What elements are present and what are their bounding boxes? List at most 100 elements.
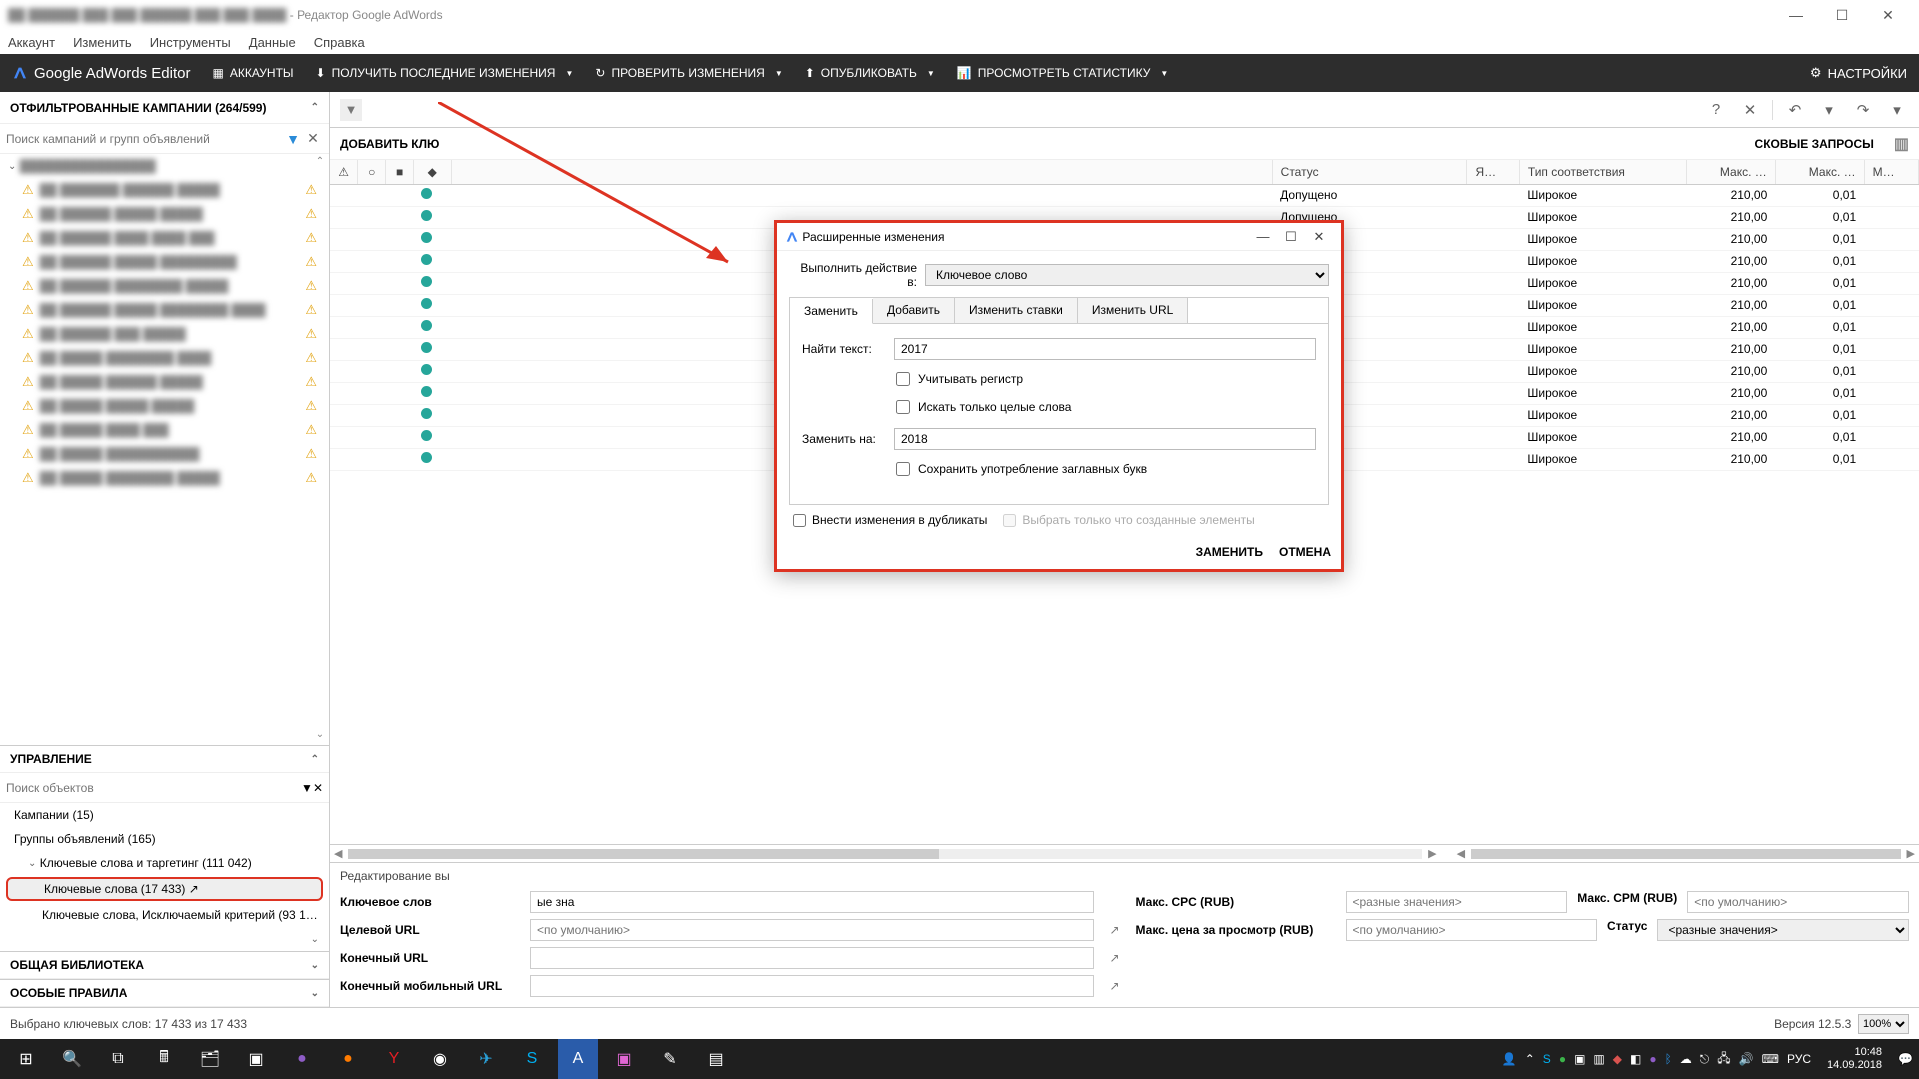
- open-url-icon[interactable]: ↗: [1104, 979, 1126, 993]
- redo-caret[interactable]: ▾: [1885, 98, 1909, 122]
- tray-notifications-icon[interactable]: 💬: [1898, 1052, 1913, 1066]
- undo-icon[interactable]: ↶: [1783, 98, 1807, 122]
- publish-button[interactable]: ⬆ ОПУБЛИКОВАТЬ▼: [805, 66, 935, 80]
- tray-network-icon[interactable]: 🖧: [1717, 1049, 1730, 1070]
- app-icon[interactable]: ✎: [650, 1039, 690, 1079]
- final-url-input[interactable]: [530, 947, 1094, 969]
- obj-expand[interactable]: ⌄: [0, 927, 329, 951]
- replace-button[interactable]: ЗАМЕНИТЬ: [1196, 545, 1263, 559]
- scroll-down-icon[interactable]: ⌄: [313, 729, 327, 743]
- scroll-up-icon[interactable]: ⌃: [313, 156, 327, 170]
- tray-icon[interactable]: ●: [1559, 1052, 1566, 1066]
- tree-row[interactable]: ⚠██ █████ ████████ █████⚠: [0, 466, 329, 490]
- tree-root[interactable]: ⌄ ████████████████: [0, 154, 329, 178]
- accounts-button[interactable]: ▦ АККАУНТЫ: [212, 66, 293, 80]
- obj-keywords[interactable]: Ключевые слова (17 433) ↗: [6, 877, 323, 901]
- task-view-icon[interactable]: ⧉: [98, 1039, 138, 1079]
- menu-tools[interactable]: Инструменты: [150, 35, 231, 50]
- tree-row[interactable]: ⚠██ ███████ ██████ █████⚠: [0, 178, 329, 202]
- col-warn[interactable]: ⚠: [330, 160, 358, 184]
- library-section-header[interactable]: ОБЩАЯ БИБЛИОТЕКА⌄: [0, 951, 329, 979]
- tree-row[interactable]: ⚠██ ██████ █████ █████⚠: [0, 202, 329, 226]
- cancel-button[interactable]: ОТМЕНА: [1279, 545, 1331, 559]
- telegram-icon[interactable]: ✈: [466, 1039, 506, 1079]
- campaign-search-input[interactable]: [6, 132, 283, 146]
- rules-section-header[interactable]: ОСОБЫЕ ПРАВИЛА⌄: [0, 979, 329, 1007]
- explorer-icon[interactable]: 🗂: [190, 1039, 230, 1079]
- app-icon[interactable]: ▣: [604, 1039, 644, 1079]
- stats-button[interactable]: 📊 ПРОСМОТРЕТЬ СТАТИСТИКУ▼: [957, 66, 1169, 80]
- start-button[interactable]: ⊞: [6, 1039, 46, 1079]
- filter-icon[interactable]: ▼: [301, 781, 313, 795]
- case-checkbox[interactable]: [896, 372, 910, 386]
- tray-viber-icon[interactable]: ●: [1649, 1052, 1656, 1066]
- tray-skype-icon[interactable]: S: [1543, 1052, 1551, 1066]
- tray-lang[interactable]: РУС: [1787, 1052, 1811, 1066]
- find-input[interactable]: [894, 338, 1316, 360]
- tree-row[interactable]: ⚠██ ██████ █████ ████████ ████⚠: [0, 298, 329, 322]
- maxcpm-input[interactable]: [1687, 891, 1909, 913]
- skype-icon[interactable]: S: [512, 1039, 552, 1079]
- add-keyword-button[interactable]: ДОБАВИТЬ КЛЮ: [340, 137, 439, 151]
- tab-change-bids[interactable]: Изменить ставки: [955, 298, 1078, 323]
- tray-volume-icon[interactable]: 🔊: [1739, 1052, 1754, 1066]
- col-match[interactable]: Тип соответствия: [1519, 160, 1686, 184]
- menu-data[interactable]: Данные: [249, 35, 296, 50]
- open-url-icon[interactable]: ↗: [1104, 951, 1126, 965]
- final-mobile-url-input[interactable]: [530, 975, 1094, 997]
- obj-adgroups[interactable]: Группы объявлений (165): [0, 827, 329, 851]
- tray-icon[interactable]: ▣: [1574, 1052, 1585, 1066]
- search-queries-button[interactable]: СКОВЫЕ ЗАПРОСЫ: [1755, 137, 1874, 151]
- col-m[interactable]: М…: [1864, 160, 1918, 184]
- tree-row[interactable]: ⚠██ █████ █████ █████⚠: [0, 394, 329, 418]
- tab-change-url[interactable]: Изменить URL: [1078, 298, 1188, 323]
- dialog-minimize-button[interactable]: —: [1249, 229, 1277, 244]
- col-circle[interactable]: ○: [358, 160, 386, 184]
- tree-row[interactable]: ⚠██ █████ ██████ █████⚠: [0, 370, 329, 394]
- tree-row[interactable]: ⚠██ █████ ████ ███⚠: [0, 418, 329, 442]
- whole-words-checkbox[interactable]: [896, 400, 910, 414]
- col-keyword[interactable]: [451, 160, 1272, 184]
- filter-icon[interactable]: ▼: [283, 131, 303, 147]
- duplicates-checkbox[interactable]: [793, 514, 806, 527]
- preserve-case-checkbox[interactable]: [896, 462, 910, 476]
- dialog-close-button[interactable]: ✕: [1305, 229, 1333, 245]
- firefox-icon[interactable]: ●: [328, 1039, 368, 1079]
- col-lang[interactable]: Я…: [1467, 160, 1519, 184]
- app-icon[interactable]: ▤: [696, 1039, 736, 1079]
- help-icon[interactable]: ?: [1704, 98, 1728, 122]
- adwords-editor-icon[interactable]: A: [558, 1039, 598, 1079]
- clear-object-search-icon[interactable]: ✕: [313, 781, 323, 795]
- obj-campaigns[interactable]: Кампании (15): [0, 803, 329, 827]
- obj-kw-targeting[interactable]: ⌄ Ключевые слова и таргетинг (111 042): [0, 851, 329, 875]
- kw-input[interactable]: [530, 891, 1094, 913]
- h-scrollbar[interactable]: ◀▶ ◀▶: [330, 844, 1919, 862]
- action-in-select[interactable]: Ключевое слово: [925, 264, 1329, 286]
- tray-icon[interactable]: ⎋: [1700, 1052, 1710, 1067]
- check-changes-button[interactable]: ↻ ПРОВЕРИТЬ ИЗМЕНЕНИЯ▼: [595, 66, 782, 80]
- target-url-input[interactable]: [530, 919, 1094, 941]
- replace-input[interactable]: [894, 428, 1316, 450]
- maximize-button[interactable]: ☐: [1819, 0, 1865, 30]
- tray-onedrive-icon[interactable]: ☁: [1680, 1052, 1692, 1066]
- tray-people-icon[interactable]: 👤: [1502, 1052, 1517, 1066]
- yandex-icon[interactable]: Y: [374, 1039, 414, 1079]
- calculator-icon[interactable]: 🖩: [144, 1039, 184, 1079]
- tray-bluetooth-icon[interactable]: ᛒ: [1665, 1052, 1672, 1066]
- get-changes-button[interactable]: ⬇ ПОЛУЧИТЬ ПОСЛЕДНИЕ ИЗМЕНЕНИЯ▼: [316, 66, 574, 80]
- tray-clock[interactable]: 10:4814.09.2018: [1819, 1046, 1890, 1072]
- clear-search-icon[interactable]: ✕: [303, 130, 323, 147]
- col-status[interactable]: Статус: [1272, 160, 1467, 184]
- tray-shield-icon[interactable]: ◆: [1613, 1052, 1622, 1066]
- tray-up-icon[interactable]: ⌃: [1525, 1052, 1535, 1066]
- col-diamond[interactable]: ◆: [413, 160, 451, 184]
- close-button[interactable]: ✕: [1865, 0, 1911, 30]
- tree-row[interactable]: ⚠██ █████ ███████████⚠: [0, 442, 329, 466]
- close-filter-icon[interactable]: ✕: [1738, 98, 1762, 122]
- minimize-button[interactable]: —: [1773, 0, 1819, 30]
- search-icon[interactable]: 🔍: [52, 1039, 92, 1079]
- tree-row[interactable]: ⚠██ ██████ ████████ █████⚠: [0, 274, 329, 298]
- tray-keyboard-icon[interactable]: ⌨: [1762, 1052, 1779, 1066]
- tree-row[interactable]: ⚠██ ██████ ████ ████ ███⚠: [0, 226, 329, 250]
- manage-section-header[interactable]: УПРАВЛЕНИЕ⌃: [0, 745, 329, 773]
